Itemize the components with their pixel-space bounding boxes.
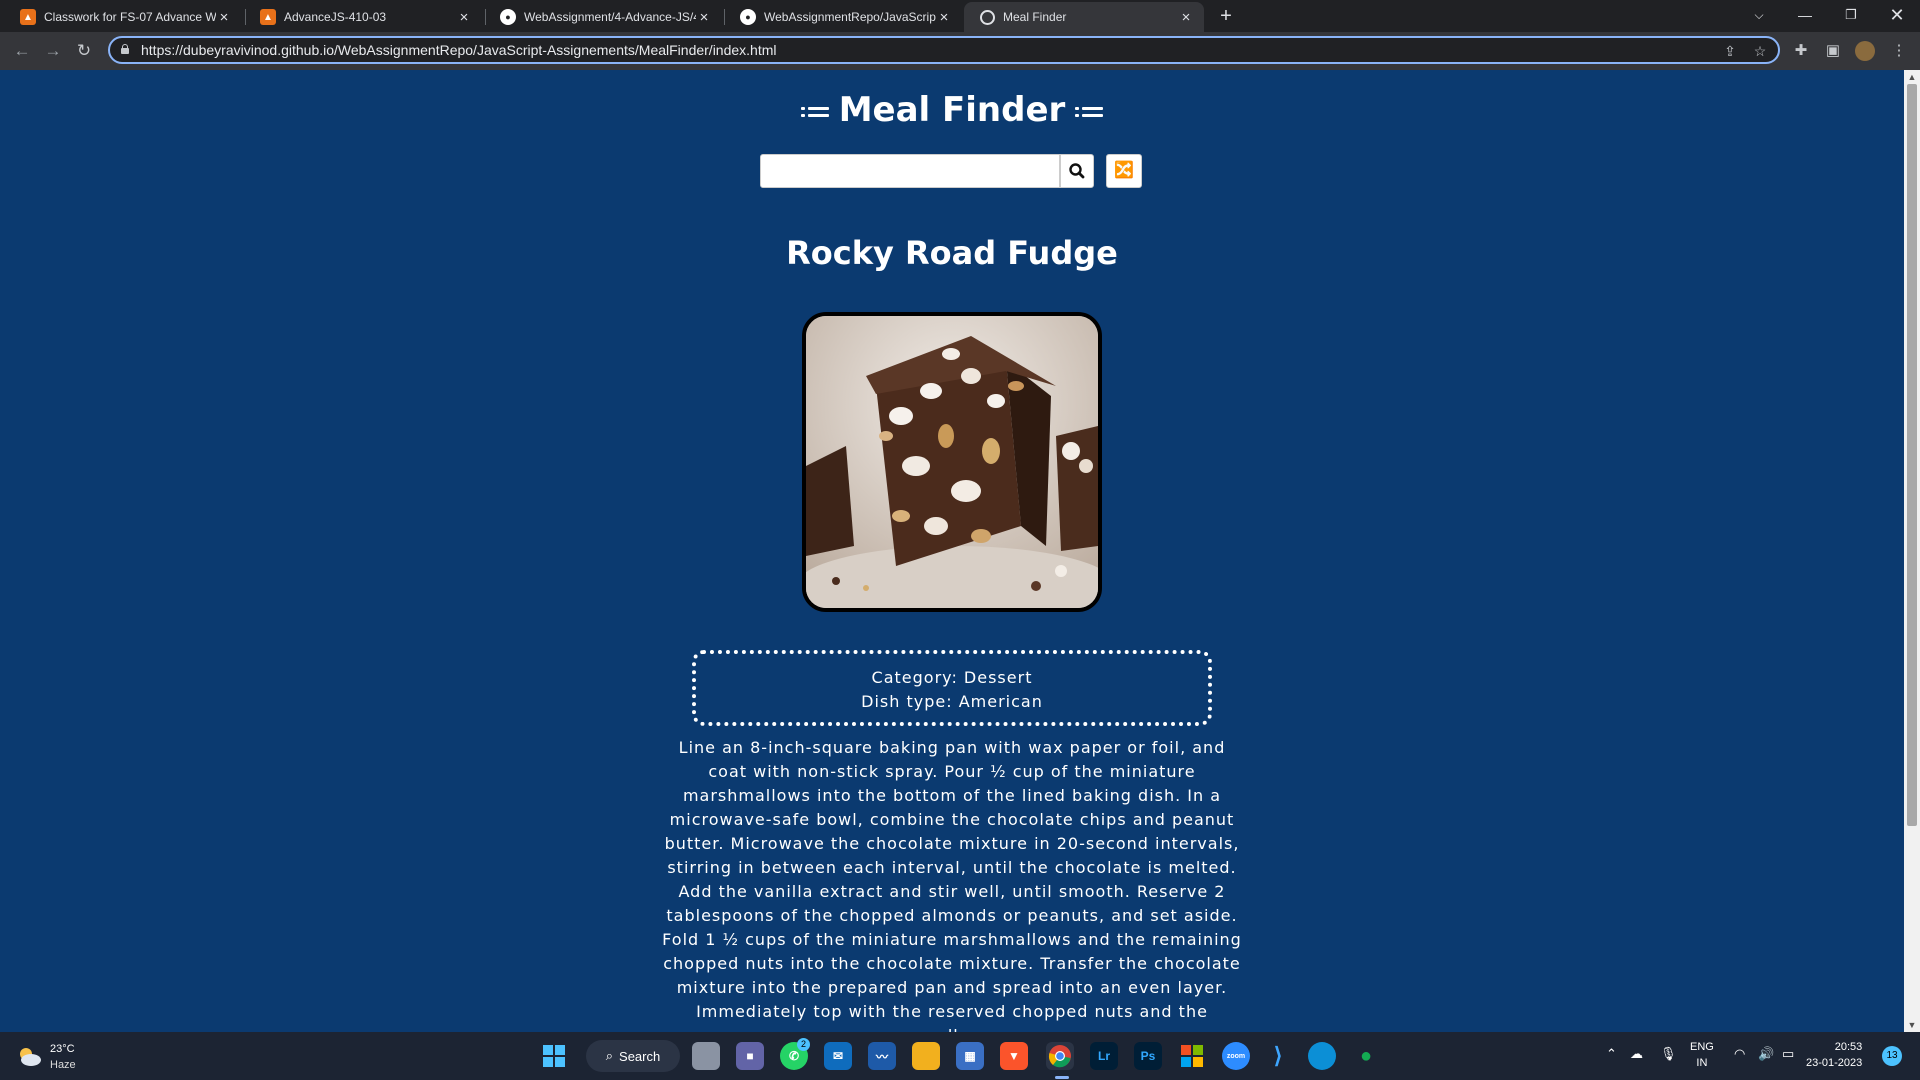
- windows-taskbar: 23°C Haze ⌕ Search ■ ✆ 2 ✉ 〰 ▦ ▼ Lr Ps zo…: [0, 1032, 1920, 1080]
- meal-finder-page: Meal Finder 🔀 Rocky Road Fudge Category:…: [0, 70, 1904, 1032]
- meal-image: [802, 312, 1102, 612]
- reload-button[interactable]: ↻: [72, 39, 96, 63]
- address-bar[interactable]: https://dubeyravivinod.github.io/WebAssi…: [108, 36, 1780, 64]
- search-icon: ⌕: [605, 1048, 614, 1063]
- lightroom-icon[interactable]: Lr: [1090, 1042, 1118, 1070]
- list-icon: [1075, 105, 1104, 119]
- github-icon: ●: [740, 9, 756, 25]
- teams-chat-icon[interactable]: ■: [736, 1042, 764, 1070]
- meal-name: Rocky Road Fudge: [786, 234, 1118, 272]
- scrollbar-thumb[interactable]: [1907, 84, 1917, 826]
- weather-haze-icon: [20, 1048, 41, 1066]
- notification-badge[interactable]: 13: [1882, 1046, 1902, 1066]
- tab-webassignmentrepo-github[interactable]: ● WebAssignmentRepo/JavaScript- ×: [724, 4, 962, 30]
- meal-search-input[interactable]: [760, 154, 1060, 188]
- search-icon: [1069, 163, 1085, 179]
- zoom-icon[interactable]: zoom: [1222, 1042, 1250, 1070]
- microsoft-store-icon[interactable]: ▦: [956, 1042, 984, 1070]
- rocky-road-fudge-image: [806, 316, 1098, 608]
- clock-time: 20:53: [1834, 1041, 1863, 1053]
- back-button[interactable]: ←: [10, 39, 34, 63]
- battery-icon[interactable]: ▭: [1782, 1046, 1794, 1062]
- taskbar-search-label: Search: [619, 1048, 661, 1064]
- tab-search-chevron-icon[interactable]: ⌵: [1736, 0, 1782, 32]
- minimize-button[interactable]: —: [1782, 0, 1828, 32]
- lock-icon: [121, 44, 129, 54]
- close-icon[interactable]: ×: [216, 9, 232, 26]
- window-close-button[interactable]: ✕: [1874, 0, 1920, 32]
- weather-temperature: 23°C: [50, 1043, 75, 1055]
- forward-button[interactable]: →: [41, 39, 65, 63]
- chrome-icon[interactable]: [1046, 1042, 1074, 1070]
- tab-title: Meal Finder: [1003, 10, 1067, 24]
- restore-button[interactable]: ❐: [1828, 0, 1874, 32]
- office-icon[interactable]: [1178, 1042, 1206, 1070]
- whatsapp-badge: 2: [797, 1038, 810, 1051]
- tab-title: WebAssignmentRepo/JavaScript-: [764, 10, 936, 24]
- random-meal-button[interactable]: 🔀: [1106, 154, 1142, 188]
- page-scrollbar[interactable]: ▲ ▼: [1904, 70, 1920, 1032]
- new-tab-button[interactable]: +: [1214, 4, 1238, 28]
- volume-icon[interactable]: 🔊: [1758, 1046, 1774, 1062]
- onedrive-cloud-icon[interactable]: ☁: [1630, 1046, 1643, 1062]
- weather-condition: Haze: [50, 1059, 76, 1071]
- tab-title: Classwork for FS-07 Advance We: [44, 10, 216, 24]
- github-icon: ●: [500, 9, 516, 25]
- language-code: ENG: [1690, 1041, 1714, 1053]
- system-clock[interactable]: 20:53 23-01-2023: [1806, 1039, 1862, 1071]
- taskbar-search-button[interactable]: ⌕ Search: [586, 1040, 680, 1072]
- tab-advancejs[interactable]: ▲ AdvanceJS-410-03 ×: [244, 4, 482, 30]
- search-button[interactable]: [1060, 154, 1094, 188]
- photoshop-icon[interactable]: Ps: [1134, 1042, 1162, 1070]
- close-icon[interactable]: ×: [936, 9, 952, 26]
- share-icon[interactable]: ⇪: [1720, 42, 1740, 60]
- task-view-icon[interactable]: [692, 1042, 720, 1070]
- scroll-down-arrow-icon[interactable]: ▼: [1904, 1018, 1920, 1032]
- extensions-puzzle-icon[interactable]: ✚: [1790, 40, 1812, 62]
- meal-info-box: Category: Dessert Dish type: American: [692, 650, 1212, 726]
- wifi-icon[interactable]: ◠: [1734, 1046, 1745, 1062]
- input-language-indicator[interactable]: ENG IN: [1690, 1039, 1714, 1071]
- page-title: Meal Finder: [838, 90, 1066, 130]
- classroom-icon: ▲: [260, 9, 276, 25]
- page-title-row: Meal Finder: [0, 90, 1904, 130]
- tab-title: AdvanceJS-410-03: [284, 10, 387, 24]
- edge-icon[interactable]: [1308, 1042, 1336, 1070]
- browser-toolbar: ← → ↻ https://dubeyravivinod.github.io/W…: [0, 32, 1920, 70]
- clock-date: 23-01-2023: [1806, 1057, 1863, 1069]
- brave-browser-icon[interactable]: ▼: [1000, 1042, 1028, 1070]
- close-icon[interactable]: ×: [1178, 9, 1194, 26]
- meal-category: Category: Dessert: [871, 668, 1033, 687]
- microphone-icon[interactable]: 🎙: [1660, 1046, 1677, 1062]
- meal-dish-type: Dish type: American: [861, 692, 1043, 711]
- chrome-menu-icon[interactable]: ⋮: [1888, 40, 1910, 62]
- windows-start-icon[interactable]: [540, 1042, 568, 1070]
- list-icon: [800, 105, 829, 119]
- bookmark-star-icon[interactable]: ☆: [1750, 42, 1770, 60]
- whiteboard-icon[interactable]: 〰: [868, 1042, 896, 1070]
- mail-icon[interactable]: ✉: [824, 1042, 852, 1070]
- tab-title: WebAssignment/4-Advance-JS/4: [524, 10, 696, 24]
- chevron-up-icon[interactable]: ⌃: [1606, 1046, 1617, 1062]
- close-icon[interactable]: ×: [456, 9, 472, 26]
- tab-classwork[interactable]: ▲ Classwork for FS-07 Advance We ×: [4, 4, 242, 30]
- tab-webassignment-github[interactable]: ● WebAssignment/4-Advance-JS/4 ×: [484, 4, 722, 30]
- shuffle-icon: 🔀: [1114, 162, 1134, 179]
- region-code: IN: [1696, 1057, 1708, 1069]
- vscode-icon[interactable]: ⟩: [1264, 1042, 1292, 1070]
- tab-meal-finder[interactable]: Meal Finder ×: [964, 2, 1204, 32]
- classroom-icon: ▲: [20, 9, 36, 25]
- profile-avatar[interactable]: [1855, 41, 1875, 61]
- globe-icon: [980, 9, 995, 25]
- active-app-indicator: [1055, 1076, 1069, 1079]
- browser-tab-strip: ▲ Classwork for FS-07 Advance We × ▲ Adv…: [0, 0, 1920, 32]
- close-icon[interactable]: ×: [696, 9, 712, 26]
- side-panel-icon[interactable]: ▣: [1822, 40, 1844, 62]
- meal-instructions: Line an 8-inch-square baking pan with wa…: [662, 738, 1242, 1032]
- scroll-up-arrow-icon[interactable]: ▲: [1904, 70, 1920, 84]
- file-explorer-icon[interactable]: [912, 1042, 940, 1070]
- mongodb-compass-icon[interactable]: ●: [1352, 1042, 1380, 1070]
- url-text[interactable]: https://dubeyravivinod.github.io/WebAssi…: [141, 42, 777, 58]
